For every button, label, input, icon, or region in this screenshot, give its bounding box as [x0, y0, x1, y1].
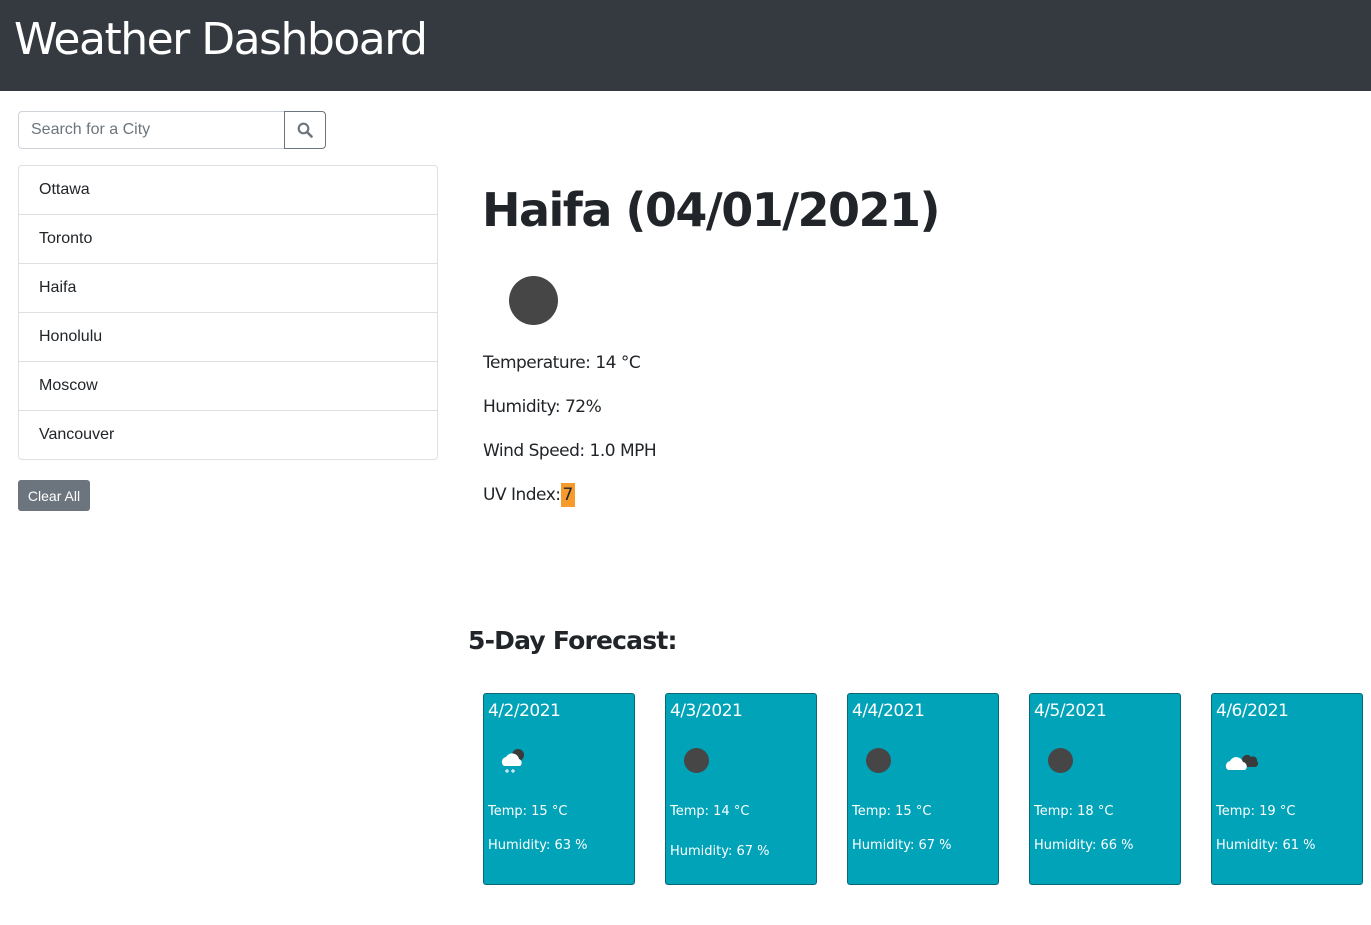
forecast-temp: Temp: 15 °C: [488, 804, 568, 819]
history-item-honolulu[interactable]: Honolulu: [19, 312, 437, 361]
forecast-card: 4/5/2021 Temp: 18 °C Humidity: 66 %: [1029, 693, 1181, 885]
current-city-heading: Haifa (04/01/2021): [482, 183, 941, 237]
app-title: Weather Dashboard: [14, 14, 428, 65]
history-item-moscow[interactable]: Moscow: [19, 361, 437, 410]
forecast-temp: Temp: 19 °C: [1216, 804, 1296, 819]
history-item-ottawa[interactable]: Ottawa: [19, 166, 437, 214]
search-icon: [297, 122, 313, 138]
dark-circle-icon: [1048, 748, 1073, 773]
forecast-date: 4/4/2021: [852, 701, 925, 721]
current-weather-icon: [509, 276, 558, 325]
current-wind-speed: Wind Speed: 1.0 MPH: [483, 441, 657, 461]
forecast-humidity: Humidity: 67 %: [670, 844, 770, 859]
snow-cloud-icon: [501, 749, 524, 773]
history-item-toronto[interactable]: Toronto: [19, 214, 437, 263]
uv-index-badge: 7: [560, 483, 575, 507]
forecast-card: 4/6/2021 Temp: 19 °C Humidity: 61 %: [1211, 693, 1363, 885]
forecast-date: 4/2/2021: [488, 701, 561, 721]
dark-circle-icon: [684, 748, 709, 773]
dark-circle-icon: [866, 748, 891, 773]
current-humidity: Humidity: 72%: [483, 397, 602, 417]
forecast-humidity: Humidity: 67 %: [852, 838, 952, 853]
forecast-humidity: Humidity: 61 %: [1216, 838, 1316, 853]
clear-all-button[interactable]: Clear All: [18, 480, 90, 511]
forecast-card: 4/3/2021 Temp: 14 °C Humidity: 67 %: [665, 693, 817, 885]
forecast-date: 4/5/2021: [1034, 701, 1107, 721]
current-temperature: Temperature: 14 °C: [483, 353, 641, 373]
forecast-humidity: Humidity: 63 %: [488, 838, 588, 853]
forecast-date: 4/3/2021: [670, 701, 743, 721]
forecast-date: 4/6/2021: [1216, 701, 1289, 721]
uv-index-label: UV Index:: [483, 485, 561, 505]
cloudy-icon: [1225, 755, 1259, 770]
forecast-humidity: Humidity: 66 %: [1034, 838, 1134, 853]
forecast-temp: Temp: 15 °C: [852, 804, 932, 819]
search-history-list: Ottawa Toronto Haifa Honolulu Moscow Van…: [18, 165, 438, 460]
history-item-vancouver[interactable]: Vancouver: [19, 410, 437, 459]
forecast-card: 4/4/2021 Temp: 15 °C Humidity: 67 %: [847, 693, 999, 885]
top-navbar: Weather Dashboard: [0, 0, 1371, 91]
forecast-temp: Temp: 18 °C: [1034, 804, 1114, 819]
current-uv-row: UV Index: 7: [483, 483, 575, 507]
forecast-card: 4/2/2021 Temp: 15 °C Humidity: 63 %: [483, 693, 635, 885]
forecast-heading: 5-Day Forecast:: [468, 626, 677, 655]
search-button[interactable]: [284, 111, 326, 149]
city-search-input[interactable]: [18, 111, 285, 149]
forecast-temp: Temp: 14 °C: [670, 804, 750, 819]
history-item-haifa[interactable]: Haifa: [19, 263, 437, 312]
